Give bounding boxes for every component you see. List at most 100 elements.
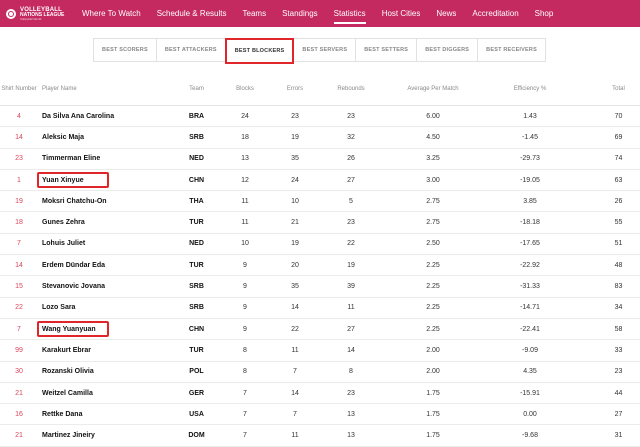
tab-best-blockers[interactable]: BEST BLOCKERS (224, 38, 295, 64)
shirt-number-cell: 30 (0, 361, 38, 383)
player-name-cell[interactable]: Moksri Chatchu-On (38, 190, 173, 213)
team-cell-text: SRB (189, 304, 204, 312)
team-cell: SRB (173, 297, 220, 319)
rebounds-cell: 5 (320, 190, 382, 213)
table-row[interactable]: 18 Gunes Zehra TUR 11 21 23 2.75 -18.18 55 (0, 211, 640, 234)
team-cell-text: GER (188, 389, 205, 397)
player-name-cell[interactable]: Rettke Dana (38, 403, 173, 426)
efficiency-cell-text: 1.43 (523, 112, 537, 120)
table-row[interactable]: 7 Wang Yuanyuan CHN 9 22 27 2.25 -22.41 58 (0, 318, 640, 341)
tab-best-servers[interactable]: BEST SERVERS (293, 38, 357, 62)
stat-tabs: BEST SCORERS BEST ATTACKERS BEST BLOCKERS B… (93, 38, 546, 64)
header-player-name[interactable]: Player Name (38, 75, 173, 106)
nav-item-news[interactable]: News (436, 0, 456, 27)
nav-item-host-cities[interactable]: Host Cities (382, 0, 421, 27)
total-cell: 34 (576, 297, 640, 319)
table-row[interactable]: 21 Martinez Jineiry DOM 7 11 13 1.75 -9.68 31 (0, 424, 640, 447)
efficiency-cell-text: -9.68 (522, 432, 538, 440)
player-name-cell[interactable]: Wang Yuanyuan (37, 318, 173, 341)
efficiency-cell: -15.91 (484, 382, 576, 405)
table-row[interactable]: 15 Stevanovic Jovana SRB 9 35 39 2.25 -31.33 83 (0, 275, 640, 298)
shirt-number-cell-text: 14 (15, 133, 23, 141)
table-row[interactable]: 7 Lohuis Juliet NED 10 19 22 2.50 -17.65 51 (0, 233, 640, 256)
table-row[interactable]: 1 Yuan Xinyue CHN 12 24 27 3.00 -19.05 63 (0, 169, 640, 192)
errors-cell-text: 14 (291, 389, 299, 397)
player-name-cell[interactable]: Lohuis Juliet (38, 233, 173, 256)
tab-best-attackers[interactable]: BEST ATTACKERS (155, 38, 226, 62)
nav-item-schedule-results[interactable]: Schedule & Results (157, 0, 227, 27)
average-cell: 2.00 (382, 361, 484, 383)
shirt-number-cell-text: 21 (15, 432, 23, 440)
table-row[interactable]: 23 Timmerman Eline NED 13 35 26 3.25 -29.73 74 (0, 148, 640, 170)
average-cell-text: 3.25 (426, 155, 440, 163)
header-blocks[interactable]: Blocks (220, 75, 270, 106)
efficiency-cell: 4.35 (484, 361, 576, 383)
total-cell: 69 (576, 126, 640, 149)
shirt-number-cell: 16 (0, 403, 38, 426)
team-cell: BRA (173, 105, 220, 128)
blocks-cell: 7 (220, 382, 270, 405)
average-cell: 3.00 (382, 169, 484, 192)
player-name-cell[interactable]: Martinez Jineiry (38, 424, 173, 447)
tab-best-setters[interactable]: BEST SETTERS (355, 38, 418, 62)
total-cell: 27 (576, 403, 640, 426)
tab-best-receivers[interactable]: BEST RECEIVERS (477, 38, 546, 62)
player-name-cell-text: Lohuis Juliet (42, 240, 86, 248)
team-cell-text: BRA (188, 112, 205, 120)
header-rebounds[interactable]: Rebounds (320, 75, 382, 106)
table-row[interactable]: 16 Rettke Dana USA 7 7 13 1.75 0.00 27 (0, 403, 640, 426)
nav-item-where-to-watch[interactable]: Where To Watch (82, 0, 141, 27)
table-row[interactable]: 4 Da Silva Ana Carolina BRA 24 23 23 6.00 1.43 7… (0, 105, 640, 128)
blocks-cell-text: 9 (243, 325, 247, 333)
errors-cell-text: 19 (291, 240, 299, 248)
average-cell-text: 2.50 (426, 240, 440, 248)
player-name-cell[interactable]: Stevanovic Jovana (38, 275, 173, 298)
player-name-cell[interactable]: Weitzel Camilla (38, 382, 173, 405)
total-cell-text: 48 (614, 261, 623, 269)
table-row[interactable]: 14 Aleksic Maja SRB 18 19 32 4.50 -1.45 69 (0, 126, 640, 149)
nav-item-shop[interactable]: Shop (535, 0, 554, 27)
errors-cell: 11 (270, 424, 320, 447)
tab-best-scorers[interactable]: BEST SCORERS (93, 38, 157, 62)
rebounds-cell: 11 (320, 297, 382, 319)
efficiency-cell-text: -15.91 (520, 389, 540, 397)
top-nav: VOLLEYBALL NATIONS LEAGUE Volleyball Wor… (0, 0, 640, 27)
nav-item-statistics[interactable]: Statistics (333, 0, 366, 27)
header-errors[interactable]: Errors (270, 75, 320, 106)
table-row[interactable]: 99 Karakurt Ebrar TUR 8 11 14 2.00 -9.09 33 (0, 339, 640, 362)
blocks-cell-text: 7 (243, 410, 247, 418)
player-name-cell[interactable]: Gunes Zehra (38, 211, 173, 234)
nav-item-teams[interactable]: Teams (243, 0, 267, 27)
player-name-cell[interactable]: Lozo Sara (38, 297, 173, 319)
table-row[interactable]: 14 Erdem Dündar Eda TUR 9 20 19 2.25 -22.92 48 (0, 254, 640, 277)
header-team[interactable]: Team (173, 75, 220, 106)
nav-item-standings[interactable]: Standings (282, 0, 318, 27)
player-name-cell[interactable]: Karakurt Ebrar (38, 339, 173, 362)
player-name-cell[interactable]: Rozanski Olivia (38, 361, 173, 383)
table-body: 4 Da Silva Ana Carolina BRA 24 23 23 6.00 1.43 7… (0, 105, 640, 447)
player-name-cell[interactable]: Aleksic Maja (38, 126, 173, 149)
player-name-cell[interactable]: Yuan Xinyue (37, 169, 173, 192)
table-row[interactable]: 21 Weitzel Camilla GER 7 14 23 1.75 -15.91 44 (0, 382, 640, 405)
header-average-per-match[interactable]: Average Per Match (382, 75, 484, 106)
errors-cell-text: 20 (291, 261, 299, 269)
tab-best-diggers[interactable]: BEST DIGGERS (416, 38, 479, 62)
shirt-number-cell-text: 7 (17, 325, 21, 333)
header-total[interactable]: Total (576, 75, 640, 106)
player-name-cell-text: Karakurt Ebrar (42, 346, 92, 354)
highlight-box (37, 320, 109, 338)
team-cell-text: THA (189, 197, 204, 205)
player-name-cell-text: Gunes Zehra (42, 219, 85, 227)
table-row[interactable]: 30 Rozanski Olivia POL 8 7 8 2.00 4.35 23 (0, 361, 640, 383)
nav-item-accreditation[interactable]: Accreditation (472, 0, 518, 27)
table-row[interactable]: 22 Lozo Sara SRB 9 14 11 2.25 -14.71 34 (0, 297, 640, 319)
player-name-cell[interactable]: Da Silva Ana Carolina (38, 105, 173, 128)
table-row[interactable]: 19 Moksri Chatchu-On THA 11 10 5 2.75 3.85 26 (0, 190, 640, 213)
player-name-cell-text: Da Silva Ana Carolina (42, 112, 115, 120)
header-efficiency[interactable]: Efficiency % (484, 75, 576, 106)
player-name-cell[interactable]: Erdem Dündar Eda (38, 254, 173, 277)
header-shirt-number[interactable]: Shirt Number (0, 75, 38, 106)
average-cell-text: 2.25 (426, 325, 440, 333)
vnl-logo[interactable]: VOLLEYBALL NATIONS LEAGUE Volleyball Wor… (6, 7, 82, 21)
player-name-cell[interactable]: Timmerman Eline (38, 148, 173, 170)
